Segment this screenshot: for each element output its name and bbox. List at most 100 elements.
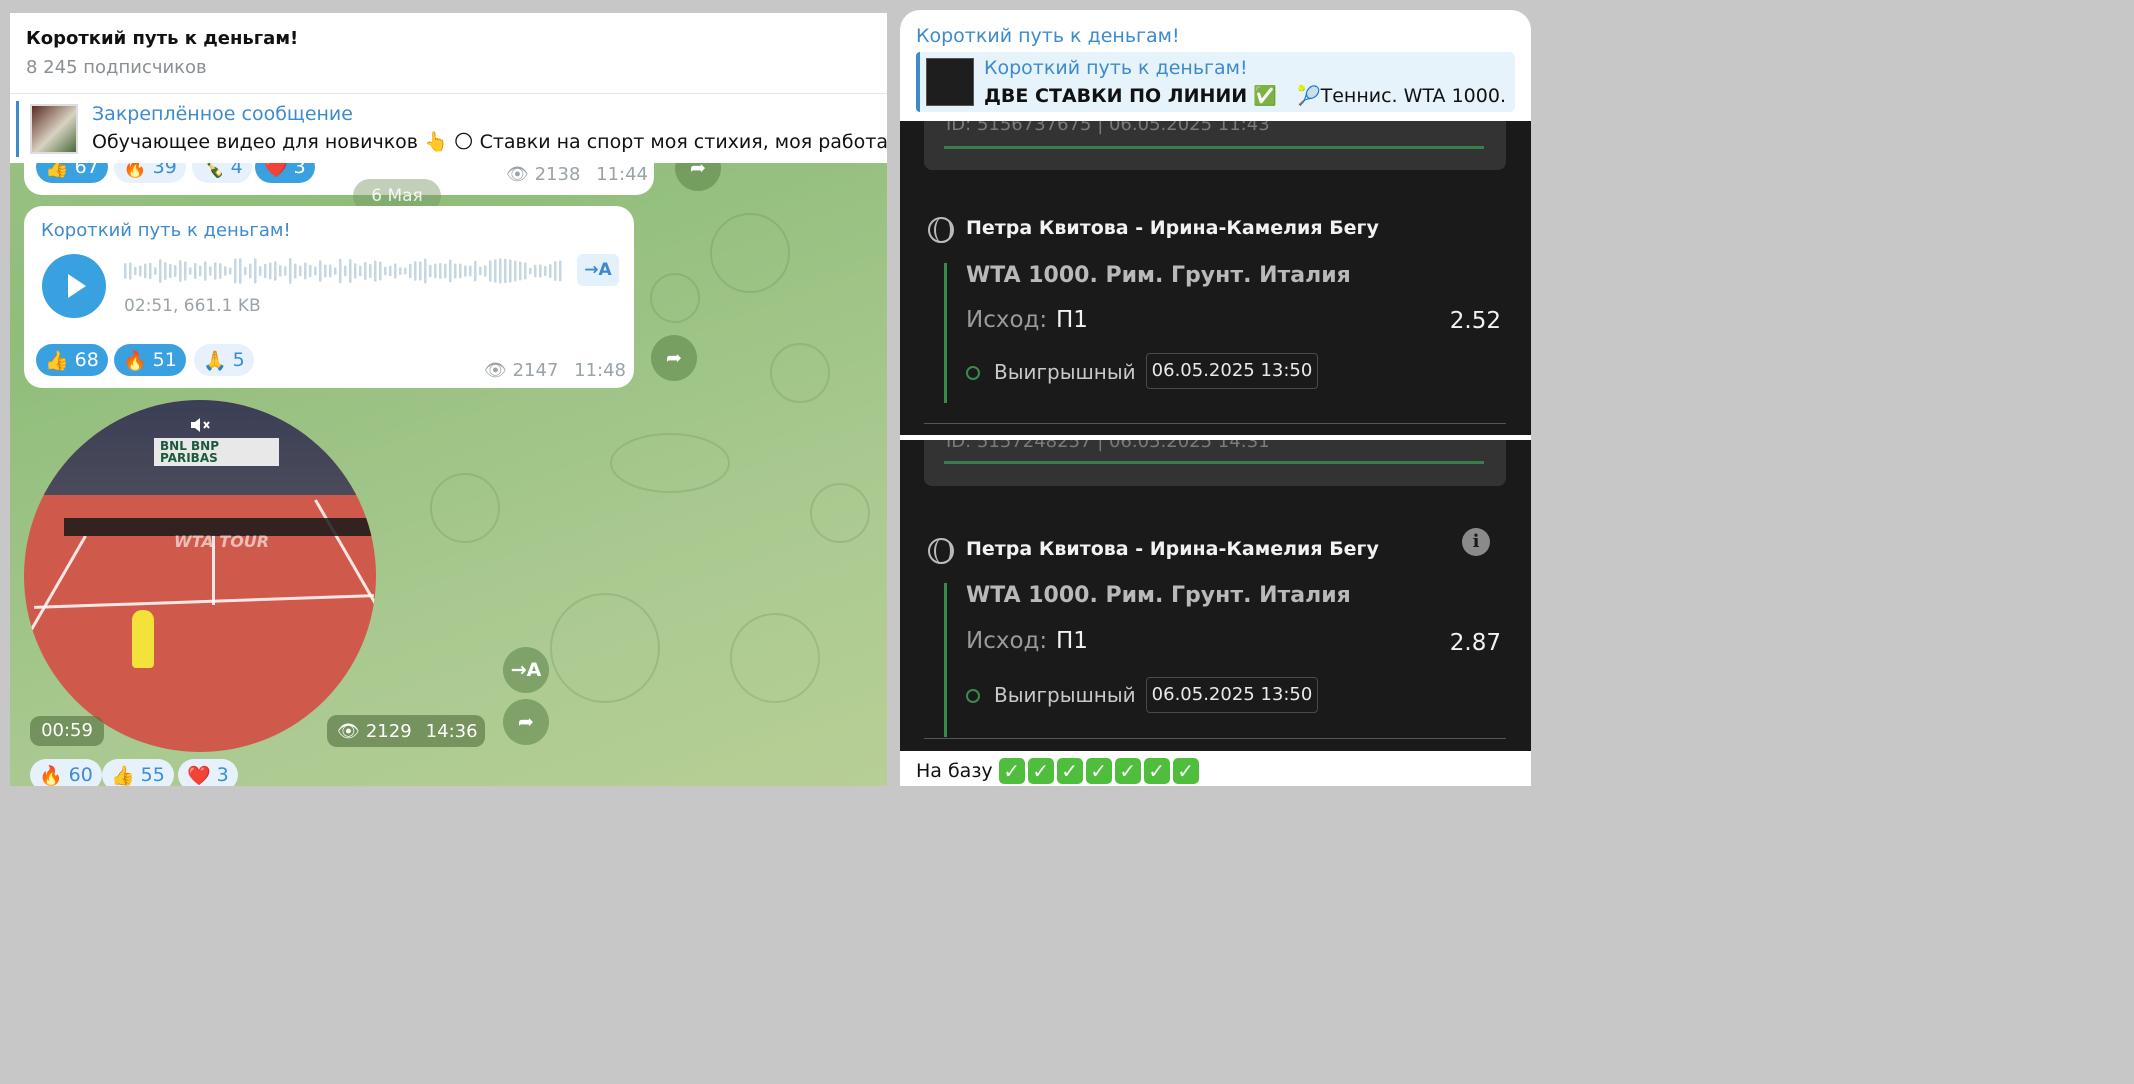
waveform-bar [374, 260, 377, 282]
waveform-bar [459, 263, 462, 279]
waveform-bar [189, 267, 192, 275]
match-name: Петра Квитова - Ирина-Камелия Бегу [966, 217, 1379, 239]
reply-title: Короткий путь к деньгам! [984, 57, 1248, 79]
slip-header-card: ID: 5157248257 | 06.05.2025 14:31 [924, 440, 1506, 486]
bet-status: Выигрышный [994, 683, 1136, 707]
waveform-bar [359, 265, 362, 277]
eye-icon: 👁 [337, 720, 360, 742]
sender-name[interactable]: Короткий путь к деньгам! [41, 220, 291, 241]
subscriber-count: 8 245 подписчиков [26, 57, 207, 78]
voice-message-bubble: Короткий путь к деньгам! →A 02:51, 661.1… [24, 206, 634, 388]
forward-button[interactable]: ➦ [503, 699, 549, 745]
league-name: WTA 1000. Рим. Грунт. Италия [966, 263, 1351, 288]
reaction-heart[interactable]: ❤️ 3 [178, 759, 238, 786]
waveform-bar [404, 267, 407, 275]
reaction-like[interactable]: 👍 55 [102, 759, 174, 786]
transcribe-button[interactable]: →A [577, 254, 619, 286]
voice-duration: 02:51, 661.1 KB [124, 296, 261, 316]
waveform-bar [384, 266, 387, 276]
channel-title[interactable]: Короткий путь к деньгам! [26, 28, 298, 49]
slip-divider [924, 738, 1506, 739]
waveform-bar [444, 263, 447, 279]
voice-waveform[interactable] [124, 258, 564, 284]
slip-divider [924, 423, 1506, 424]
tennis-ball-icon [928, 217, 954, 243]
check-icon: ✓ [1114, 758, 1141, 784]
video-banner: BNL BNP PARIBAS [154, 438, 279, 466]
bet-slip: ID: 5156737675 | 06.05.2025 11:43 Петра … [900, 121, 1531, 435]
reaction-emoji: 👍 [111, 764, 135, 787]
pinned-thumbnail [30, 104, 78, 154]
sender-name[interactable]: Короткий путь к деньгам! [916, 25, 1180, 47]
waveform-bar [559, 260, 562, 282]
waveform-bar [504, 258, 507, 284]
waveform-bar [479, 266, 482, 276]
waveform-bar [449, 259, 452, 283]
pinned-message[interactable]: Закреплённое сообщение Обучающее видео д… [10, 93, 887, 163]
waveform-bar [314, 266, 317, 276]
reaction-count: 55 [140, 764, 165, 786]
slip-progress [944, 146, 1484, 149]
reaction-count: 51 [152, 349, 177, 371]
chat-header[interactable]: Короткий путь к деньгам! 8 245 подписчик… [10, 13, 887, 93]
waveform-bar [429, 264, 432, 278]
forward-button[interactable]: ➦ [651, 335, 697, 381]
waveform-bar [279, 265, 282, 277]
bet-slip: ID: 5157248257 | 06.05.2025 14:31 Петра … [900, 440, 1531, 751]
slip-id: ID: 5157248257 | 06.05.2025 14:31 [946, 440, 1270, 452]
waveform-bar [499, 258, 502, 284]
background-doodle [650, 273, 700, 323]
court-line [34, 594, 374, 609]
reply-thumbnail [926, 58, 974, 106]
pinned-bar [16, 101, 19, 157]
message-time: 11:48 [574, 360, 627, 381]
background-doodle [430, 473, 500, 543]
mute-icon[interactable] [188, 413, 212, 437]
video-note[interactable]: BNL BNP PARIBAS WTA TOUR [24, 400, 376, 752]
info-icon[interactable]: i [1462, 528, 1490, 556]
waveform-bar [454, 263, 457, 279]
view-count: 2138 [534, 164, 581, 185]
reaction-emoji: ❤️ [187, 764, 211, 787]
waveform-bar [554, 261, 557, 281]
verified-icon: ✅ [1253, 85, 1277, 107]
video-player-figure [132, 610, 154, 668]
check-icon: ✓ [998, 758, 1025, 784]
waveform-bar [434, 263, 437, 279]
waveform-bar [354, 263, 357, 279]
waveform-bar [519, 261, 522, 281]
view-count: 2129 [365, 720, 412, 742]
waveform-bar [134, 266, 137, 276]
chat-panel: 👍 67 🔥 39 🍾 4 ❤️ 3 👁 2138 11:44 ➦ 6 Мая Коро… [10, 13, 887, 786]
transcribe-button[interactable]: →A [503, 647, 549, 693]
waveform-bar [159, 259, 162, 283]
waveform-bar [229, 267, 232, 275]
league-name: WTA 1000. Рим. Грунт. Италия [966, 583, 1351, 608]
reply-quote[interactable]: Короткий путь к деньгам! ДВЕ СТАВКИ ПО Л… [916, 52, 1515, 112]
check-icon: ✓ [1056, 758, 1083, 784]
waveform-bar [364, 261, 367, 281]
waveform-bar [264, 263, 267, 279]
reaction-emoji: 🔥 [39, 764, 63, 787]
slip-bar [944, 263, 947, 403]
background-doodle [710, 213, 790, 293]
waveform-bar [439, 263, 442, 279]
bet-status: Выигрышный [994, 360, 1136, 384]
waveform-bar [219, 263, 222, 279]
reaction-pray[interactable]: 🙏 5 [194, 344, 254, 376]
waveform-bar [464, 265, 467, 277]
odds-value: 2.87 [1449, 630, 1501, 656]
waveform-bar [184, 261, 187, 281]
status-icon [966, 366, 980, 380]
play-icon[interactable] [42, 254, 106, 318]
reaction-like[interactable]: 👍 68 [36, 344, 108, 376]
waveform-bar [129, 262, 132, 280]
reaction-fire[interactable]: 🔥 51 [114, 344, 186, 376]
reaction-count: 5 [232, 349, 245, 371]
waveform-bar [289, 258, 292, 284]
eye-icon: 👁 [484, 360, 507, 381]
waveform-bar [284, 266, 287, 276]
reaction-fire[interactable]: 🔥 60 [30, 759, 102, 786]
waveform-bar [209, 266, 212, 276]
check-icon: ✓ [1143, 758, 1170, 784]
